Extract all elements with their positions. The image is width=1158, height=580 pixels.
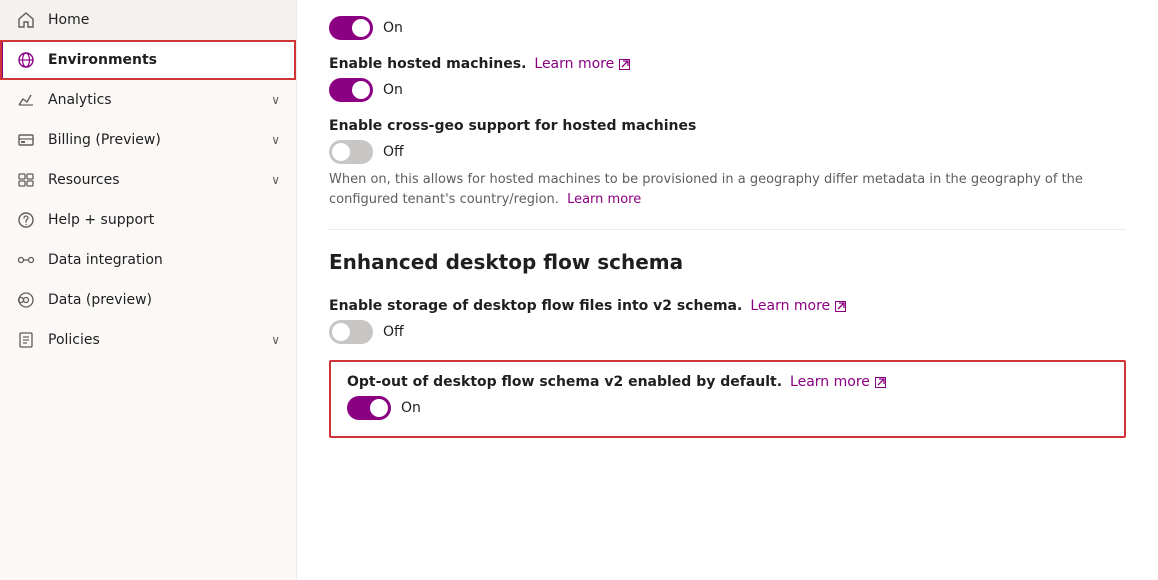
- hosted-machines-toggle[interactable]: [329, 78, 373, 102]
- policies-chevron-icon: ∨: [271, 333, 280, 347]
- globe-icon: [16, 50, 36, 70]
- main-content: On Enable hosted machines. Learn more On…: [297, 0, 1158, 580]
- cross-geo-label: Enable cross-geo support for hosted mach…: [329, 118, 1126, 134]
- cross-geo-label-text: Enable cross-geo support for hosted mach…: [329, 118, 696, 134]
- sidebar-item-data-integration[interactable]: Data integration: [0, 240, 296, 280]
- analytics-icon: [16, 90, 36, 110]
- optout-learn-more[interactable]: Learn more: [790, 374, 886, 390]
- storage-toggle-label: Off: [383, 324, 404, 340]
- sidebar-item-home[interactable]: Home: [0, 0, 296, 40]
- resources-chevron-icon: ∨: [271, 173, 280, 187]
- analytics-chevron-icon: ∨: [271, 93, 280, 107]
- sidebar-item-data-preview[interactable]: Data (preview): [0, 280, 296, 320]
- hosted-machines-learn-more[interactable]: Learn more: [534, 56, 630, 72]
- sidebar-item-analytics-label: Analytics: [48, 92, 259, 108]
- sidebar-item-help-support-label: Help + support: [48, 212, 280, 228]
- cross-geo-setting: Enable cross-geo support for hosted mach…: [329, 118, 1126, 209]
- cross-geo-toggle[interactable]: [329, 140, 373, 164]
- optout-toggle-label: On: [401, 400, 421, 416]
- resources-icon: [16, 170, 36, 190]
- hosted-machines-setting: Enable hosted machines. Learn more On: [329, 56, 1126, 102]
- sidebar-item-data-preview-label: Data (preview): [48, 292, 280, 308]
- sidebar-item-help-support[interactable]: Help + support: [0, 200, 296, 240]
- storage-learn-more[interactable]: Learn more: [750, 298, 846, 314]
- sidebar-item-billing-label: Billing (Preview): [48, 132, 259, 148]
- optout-highlighted-box: Opt-out of desktop flow schema v2 enable…: [329, 360, 1126, 438]
- sidebar-item-analytics[interactable]: Analytics ∨: [0, 80, 296, 120]
- sidebar-item-home-label: Home: [48, 12, 280, 28]
- sidebar-item-resources-label: Resources: [48, 172, 259, 188]
- policies-icon: [16, 330, 36, 350]
- hosted-machines-label-text: Enable hosted machines.: [329, 56, 526, 72]
- storage-ext-link-icon: [835, 301, 846, 312]
- hosted-machines-label: Enable hosted machines. Learn more: [329, 56, 1126, 72]
- sidebar-item-data-integration-label: Data integration: [48, 252, 280, 268]
- hosted-machines-ext-link-icon: [619, 59, 630, 70]
- cross-geo-toggle-label: Off: [383, 144, 404, 160]
- top-toggle-row: On: [329, 16, 1126, 40]
- home-icon: [16, 10, 36, 30]
- sidebar-item-billing[interactable]: Billing (Preview) ∨: [0, 120, 296, 160]
- hosted-machines-toggle-label: On: [383, 82, 403, 98]
- sidebar: Home Environments Analytics ∨: [0, 0, 297, 580]
- billing-icon: [16, 130, 36, 150]
- cross-geo-learn-more[interactable]: Learn more: [567, 192, 641, 207]
- storage-toggle[interactable]: [329, 320, 373, 344]
- help-icon: [16, 210, 36, 230]
- section-divider: [329, 229, 1126, 230]
- sidebar-item-policies-label: Policies: [48, 332, 259, 348]
- sidebar-item-environments-label: Environments: [48, 52, 280, 68]
- storage-setting: Enable storage of desktop flow files int…: [329, 298, 1126, 344]
- sidebar-item-resources[interactable]: Resources ∨: [0, 160, 296, 200]
- optout-toggle[interactable]: [347, 396, 391, 420]
- enhanced-schema-section: Enhanced desktop flow schema Enable stor…: [329, 250, 1126, 438]
- storage-label: Enable storage of desktop flow files int…: [329, 298, 1126, 314]
- sidebar-item-environments[interactable]: Environments: [0, 40, 296, 80]
- top-toggle-state-label: On: [383, 20, 403, 36]
- billing-chevron-icon: ∨: [271, 133, 280, 147]
- enhanced-schema-title: Enhanced desktop flow schema: [329, 250, 1126, 282]
- cross-geo-description: When on, this allows for hosted machines…: [329, 170, 1089, 209]
- data-integration-icon: [16, 250, 36, 270]
- data-preview-icon: [16, 290, 36, 310]
- optout-label: Opt-out of desktop flow schema v2 enable…: [347, 374, 1108, 390]
- storage-label-text: Enable storage of desktop flow files int…: [329, 298, 742, 314]
- sidebar-item-policies[interactable]: Policies ∨: [0, 320, 296, 360]
- top-toggle[interactable]: [329, 16, 373, 40]
- optout-ext-link-icon: [875, 377, 886, 388]
- optout-label-text: Opt-out of desktop flow schema v2 enable…: [347, 374, 782, 390]
